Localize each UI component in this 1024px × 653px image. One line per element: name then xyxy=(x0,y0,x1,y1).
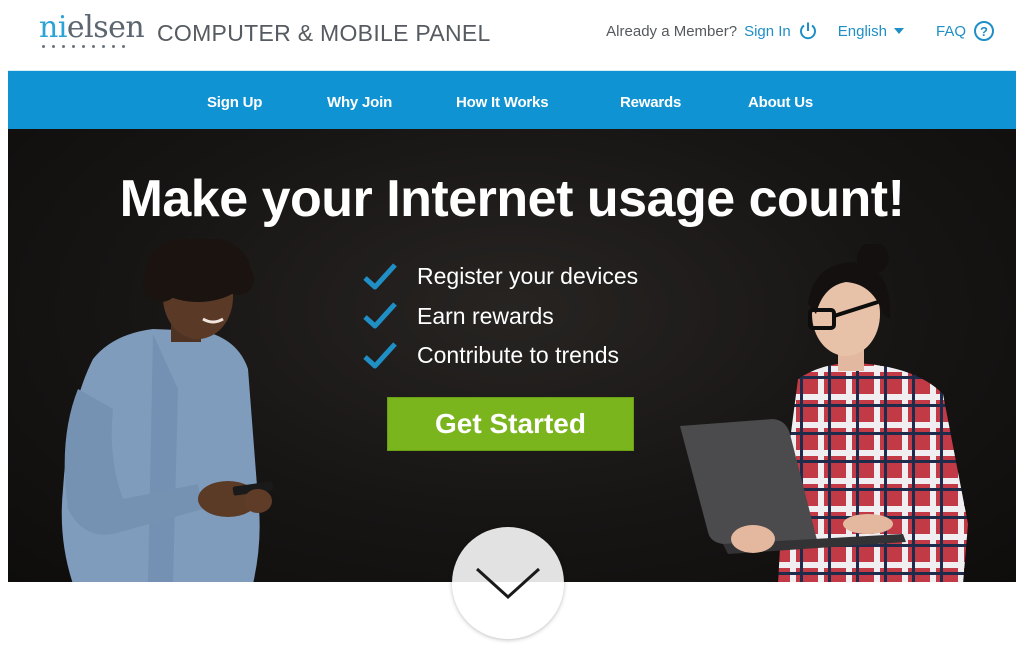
faq-link[interactable]: FAQ ? xyxy=(936,21,994,41)
member-question: Already a Member? xyxy=(606,22,738,40)
logo-text-rest: elsen xyxy=(66,10,145,45)
benefit-item: Register your devices xyxy=(362,257,638,297)
checkmark-icon xyxy=(363,302,397,329)
get-started-button[interactable]: Get Started xyxy=(387,397,634,451)
benefits-list: Register your devices Earn rewards Contr… xyxy=(362,257,638,376)
help-circle-icon: ? xyxy=(974,21,994,41)
top-links: Already a Member? Sign In English FAQ ? xyxy=(606,21,994,41)
man-with-smartphone-image xyxy=(61,239,274,582)
power-icon xyxy=(799,22,816,40)
language-label: English xyxy=(837,22,887,40)
benefit-item: Earn rewards xyxy=(362,297,638,337)
benefit-text: Contribute to trends xyxy=(417,342,620,369)
benefit-item: Contribute to trends xyxy=(362,336,638,376)
benefit-text: Earn rewards xyxy=(417,302,554,329)
logo-dots xyxy=(42,45,125,48)
benefit-text: Register your devices xyxy=(417,263,639,290)
logo-text-prefix: ni xyxy=(39,10,67,45)
checkmark-icon xyxy=(363,263,397,290)
main-nav: Sign Up Why Join How It Works Rewards Ab… xyxy=(8,70,1016,129)
sign-in-link[interactable]: Sign In xyxy=(744,21,818,41)
chevron-down-icon xyxy=(475,567,541,600)
woman-with-laptop-image xyxy=(680,244,968,582)
language-selector[interactable]: English xyxy=(838,23,904,40)
panel-title: COMPUTER & MOBILE PANEL xyxy=(157,20,491,46)
hero-title: Make your Internet usage count! xyxy=(119,170,905,228)
nielsen-logo[interactable]: nielsen xyxy=(39,10,145,52)
nav-how-it-works[interactable]: How It Works xyxy=(456,94,549,111)
faq-label: FAQ xyxy=(935,22,966,40)
nav-about-us[interactable]: About Us xyxy=(748,94,813,111)
site-header: nielsen COMPUTER & MOBILE PANEL Already … xyxy=(0,0,1024,70)
nav-why-join[interactable]: Why Join xyxy=(327,94,392,111)
caret-down-icon xyxy=(893,28,904,34)
hero-banner: Make your Internet usage count! Register… xyxy=(8,129,1016,582)
nav-sign-up[interactable]: Sign Up xyxy=(207,94,262,111)
nav-rewards[interactable]: Rewards xyxy=(620,94,681,111)
checkmark-icon xyxy=(363,342,397,369)
sign-in-label: Sign In xyxy=(744,22,791,40)
scroll-down-button[interactable] xyxy=(452,527,564,639)
